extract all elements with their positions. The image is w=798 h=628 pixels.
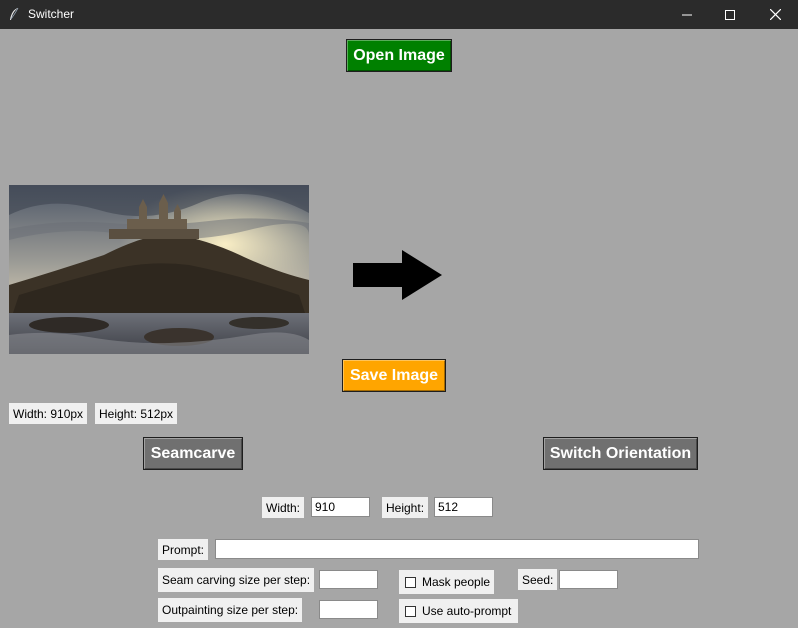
target-height-label: Height: <box>382 497 429 518</box>
auto-prompt-label: Use auto-prompt <box>422 604 512 618</box>
seam-step-label: Seam carving size per step: <box>158 568 315 592</box>
target-width-label: Width: <box>262 497 305 518</box>
target-width-input[interactable]: 910 <box>311 497 370 517</box>
seam-step-input[interactable] <box>319 570 378 589</box>
minimize-button[interactable] <box>665 0 709 29</box>
outpaint-step-input[interactable] <box>319 600 378 619</box>
seamcarve-button[interactable]: Seamcarve <box>143 437 243 470</box>
right-arrow-icon <box>353 250 442 300</box>
outpaint-step-label: Outpainting size per step: <box>158 598 303 622</box>
maximize-icon <box>725 9 735 20</box>
target-height-input[interactable]: 512 <box>434 497 493 517</box>
image-height-info: Height: 512px <box>95 403 178 424</box>
open-image-button[interactable]: Open Image <box>346 39 452 72</box>
seed-input[interactable] <box>559 570 618 589</box>
checkbox-icon <box>405 605 416 617</box>
save-image-button[interactable]: Save Image <box>342 359 446 392</box>
window-title: Switcher <box>28 7 75 21</box>
title-bar: Switcher <box>0 0 798 29</box>
auto-prompt-checkbox[interactable]: Use auto-prompt <box>399 599 518 623</box>
close-icon <box>769 9 781 20</box>
seed-label: Seed: <box>518 569 558 590</box>
prompt-label: Prompt: <box>158 539 209 560</box>
switch-orientation-button[interactable]: Switch Orientation <box>543 437 698 470</box>
feather-icon <box>10 7 19 20</box>
close-button[interactable] <box>753 0 797 29</box>
mask-people-checkbox[interactable]: Mask people <box>399 570 494 594</box>
maximize-button[interactable] <box>708 0 752 29</box>
prompt-input[interactable] <box>215 539 699 559</box>
image-width-info: Width: 910px <box>9 403 88 424</box>
source-image-preview <box>9 185 309 354</box>
minimize-icon <box>682 14 692 15</box>
mask-people-label: Mask people <box>422 575 491 589</box>
checkbox-icon <box>405 576 416 588</box>
